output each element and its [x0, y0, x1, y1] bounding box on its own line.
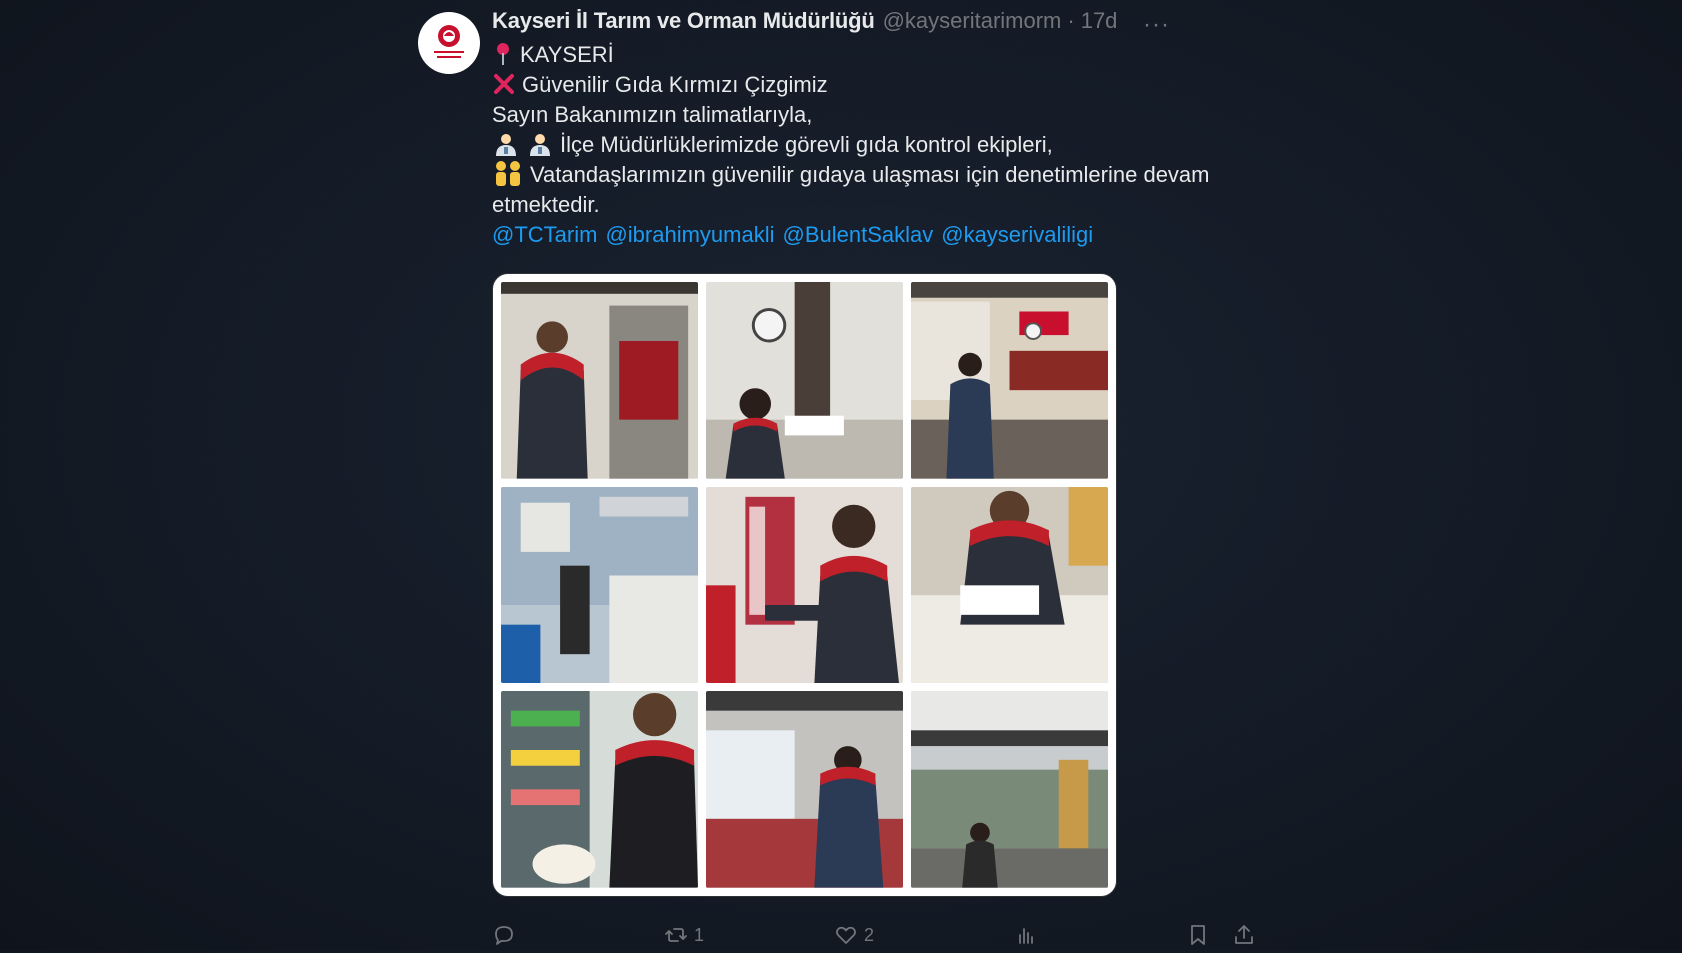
ministry-logo-icon	[434, 25, 464, 58]
photo-inspectors-office[interactable]	[706, 282, 903, 479]
location-text: KAYSERİ	[520, 42, 614, 67]
like-button[interactable]: 2	[834, 923, 874, 947]
text-line-continue: Vatandaşlarımızın güvenilir gıdaya ulaşm…	[492, 161, 1210, 217]
mention-link[interactable]: @kayserivaliligi	[941, 222, 1093, 247]
retweet-icon	[665, 928, 687, 942]
share-button[interactable]	[1232, 923, 1262, 947]
cross-mark-icon	[494, 74, 514, 94]
photo-inspector-shop-counter[interactable]	[706, 691, 903, 888]
tweet-timestamp[interactable]: 17d	[1081, 8, 1118, 34]
health-worker-icon	[530, 134, 550, 156]
retweet-count: 1	[694, 924, 705, 945]
author-avatar[interactable]	[418, 12, 480, 74]
photo-inspector-fridge-product[interactable]	[501, 691, 698, 888]
author-handle[interactable]: @kayseritarimorm	[883, 8, 1062, 34]
photo-inspector-cold-room[interactable]	[501, 282, 698, 479]
teams-text: İlçe Müdürlüklerimizde görevli gıda kont…	[560, 132, 1053, 157]
mentions: @TCTarim @ibrahimyumakli @BulentSaklav @kay…	[492, 220, 1262, 250]
tweet[interactable]: Kayseri İl Tarım ve Orman Müdürlüğü @kay…	[418, 8, 1268, 948]
text-line-teams: İlçe Müdürlüklerimizde görevli gıda kont…	[492, 130, 1262, 160]
round-pushpin-icon	[497, 43, 509, 65]
reply-button[interactable]	[492, 923, 522, 947]
photo-inspector-meat-hanging[interactable]	[706, 486, 903, 684]
photo-inspector-butcher-shop[interactable]	[911, 282, 1108, 479]
text-line-instructions: Sayın Bakanımızın talimatlarıyla,	[492, 102, 813, 127]
photo-inspector-writing-report[interactable]	[911, 486, 1108, 684]
more-options-button[interactable]: ···	[1143, 13, 1170, 37]
like-count: 2	[864, 924, 875, 945]
tweet-text: KAYSERİ Güvenilir Gıda Kırmızı Çizgimiz …	[492, 40, 1262, 250]
share-icon	[1235, 925, 1253, 944]
photo-restaurant-interior[interactable]	[911, 691, 1108, 888]
mention-link[interactable]: @TCTarim	[492, 222, 597, 247]
mention-link[interactable]: @BulentSaklav	[782, 222, 933, 247]
media-collage[interactable]	[492, 273, 1117, 897]
photo-kitchen-inspection[interactable]	[501, 486, 698, 684]
people-holding-hands-icon	[496, 161, 520, 186]
bookmark-button[interactable]	[1186, 923, 1216, 947]
bookmark-icon	[1191, 925, 1205, 945]
reply-icon	[495, 926, 513, 945]
mention-link[interactable]: @ibrahimyumakli	[605, 222, 774, 247]
analytics-icon	[1019, 928, 1033, 944]
author-name[interactable]: Kayseri İl Tarım ve Orman Müdürlüğü	[492, 8, 875, 34]
health-worker-icon	[496, 134, 516, 156]
text-line-slogan: Güvenilir Gıda Kırmızı Çizgimiz	[492, 70, 1262, 100]
heart-icon	[836, 926, 856, 944]
continue-text: Vatandaşlarımızın güvenilir gıdaya ulaşm…	[492, 162, 1210, 217]
text-line-location: KAYSERİ	[492, 40, 1262, 70]
slogan-text: Güvenilir Gıda Kırmızı Çizgimiz	[522, 72, 828, 97]
tweet-content: Kayseri İl Tarım ve Orman Müdürlüğü @kay…	[492, 8, 1268, 897]
tweet-actions: 1 2	[492, 923, 1268, 953]
separator-dot: ·	[1067, 8, 1075, 33]
views-button[interactable]	[1014, 923, 1044, 947]
retweet-button[interactable]: 1	[664, 923, 704, 947]
